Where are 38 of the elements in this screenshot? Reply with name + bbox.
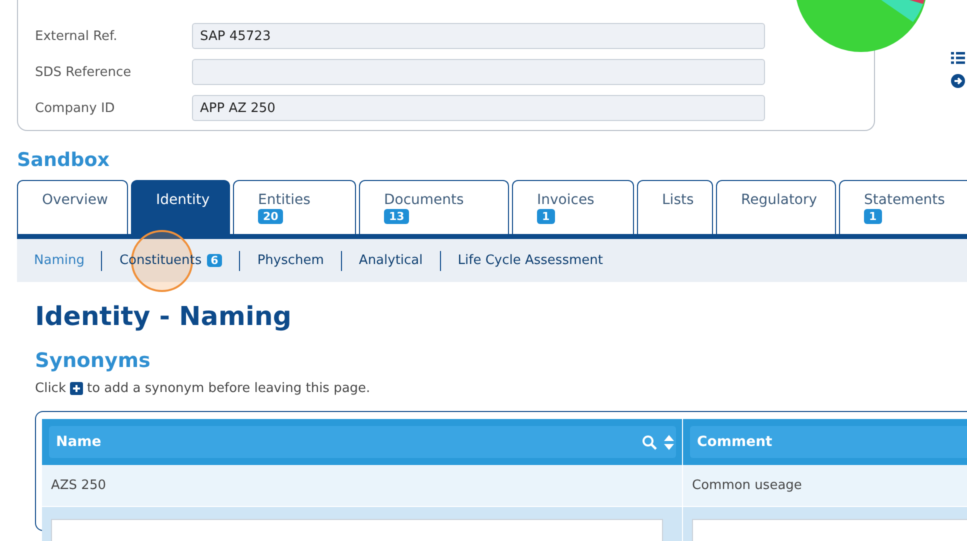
section-heading: Synonyms xyxy=(35,348,152,372)
search-icon[interactable] xyxy=(642,434,657,450)
tab[interactable]: Documents 13 xyxy=(359,180,509,234)
page-title: Identity - Naming xyxy=(35,302,292,334)
tab[interactable]: Regulatory xyxy=(716,180,836,234)
section-title: Sandbox xyxy=(17,149,111,173)
input-field[interactable] xyxy=(192,59,765,85)
table-row[interactable]: AZS 250 Common useage xyxy=(42,465,967,507)
list-icon[interactable] xyxy=(951,52,965,64)
count-badge: 1 xyxy=(864,209,882,224)
arrow-circle-icon[interactable] xyxy=(951,74,965,88)
field-label: External Ref. xyxy=(35,28,118,44)
hint-text: to add a synonym before leaving this page. xyxy=(86,381,370,396)
plus-icon xyxy=(70,382,83,395)
subnav-link[interactable]: Analytical xyxy=(358,253,423,268)
subnav-link[interactable]: Naming xyxy=(34,253,84,268)
tab[interactable]: Invoices 1 xyxy=(512,180,634,234)
subnav-link[interactable]: Life Cycle Assessment xyxy=(458,253,603,268)
count-badge: 13 xyxy=(384,209,410,224)
tab[interactable]: Identity xyxy=(131,180,230,234)
input-field[interactable]: SAP 45723 xyxy=(192,23,765,49)
input-field[interactable] xyxy=(51,518,663,541)
count-badge: 1 xyxy=(537,209,555,224)
table-row[interactable] xyxy=(42,507,967,541)
count-badge: 20 xyxy=(258,209,284,224)
sort-icon[interactable] xyxy=(664,434,674,450)
tab[interactable]: Statements 1 xyxy=(839,180,967,234)
tab[interactable]: Overview xyxy=(17,180,128,234)
hint-text: Click xyxy=(35,381,66,396)
count-badge: 6 xyxy=(206,254,222,267)
tab[interactable]: Lists xyxy=(637,180,713,234)
tab[interactable]: Entities 20 xyxy=(233,180,356,234)
table-cell-text: Common useage xyxy=(691,477,803,495)
field-label: Company ID xyxy=(35,100,116,116)
table-cell: AZS 250 xyxy=(42,465,683,506)
subnav-link[interactable]: Physchem xyxy=(257,253,324,268)
field-label: SDS Reference xyxy=(35,64,132,80)
input-field[interactable]: APP AZ 250 xyxy=(192,95,765,121)
